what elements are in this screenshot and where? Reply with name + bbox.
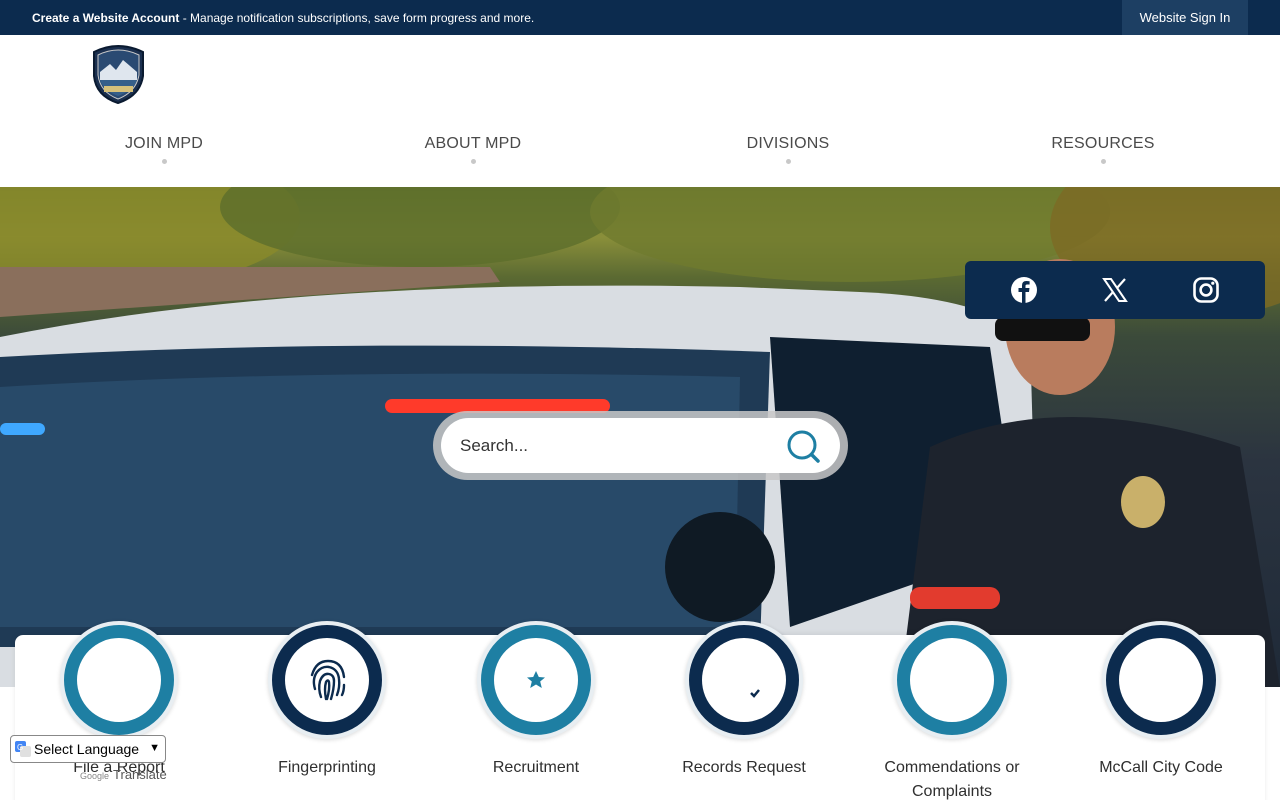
quick-link-circle	[477, 621, 595, 739]
badge-icon	[494, 638, 578, 722]
quick-links-panel: File a Report Fingerprinting Recruitment…	[15, 621, 1265, 800]
google-translate-icon: G	[15, 741, 31, 757]
mccall-police-logo[interactable]	[90, 42, 147, 105]
account-message: Create a Website Account - Manage notifi…	[32, 11, 534, 25]
search-icon[interactable]	[785, 428, 821, 464]
chevron-down-icon: ▼	[149, 742, 160, 754]
nav-about-mpd-label: ABOUT MPD	[424, 135, 522, 152]
svg-text:G: G	[17, 743, 23, 752]
nav-divisions[interactable]: DIVISIONS	[738, 135, 838, 164]
quick-link-records-request[interactable]: Records Request	[659, 621, 829, 780]
language-select-label: Select Language	[34, 741, 140, 757]
quick-link-circle	[60, 621, 178, 739]
search-box	[433, 411, 848, 480]
quick-link-fingerprinting[interactable]: Fingerprinting	[242, 621, 412, 780]
quick-link-circle	[268, 621, 386, 739]
nav-resources-label: RESOURCES	[1051, 135, 1155, 152]
nav-indicator-dot	[161, 159, 167, 164]
quick-link-commendations-complaints[interactable]: Commendations or Complaints	[867, 621, 1037, 800]
records-icon	[702, 638, 786, 722]
nav-indicator-dot	[785, 159, 791, 164]
powered-by-google-translate[interactable]: Google Translate	[80, 767, 167, 782]
quick-link-circle	[1102, 621, 1220, 739]
report-icon	[77, 638, 161, 722]
social-media-bar	[965, 261, 1265, 319]
create-account-link[interactable]: Create a Website Account	[32, 11, 179, 25]
nav-indicator-dot	[1100, 159, 1106, 164]
nav-resources[interactable]: RESOURCES	[1048, 135, 1158, 164]
search-input[interactable]	[441, 418, 840, 473]
x-twitter-icon[interactable]	[1100, 275, 1130, 305]
sign-in-button[interactable]: Website Sign In	[1122, 0, 1248, 35]
nav-divisions-label: DIVISIONS	[746, 135, 830, 152]
quick-link-circle	[893, 621, 1011, 739]
quick-link-label: Commendations or Complaints	[884, 759, 1020, 800]
quick-link-recruitment[interactable]: Recruitment	[451, 621, 621, 780]
quick-link-mccall-city-code[interactable]: McCall City Code	[1076, 621, 1246, 780]
language-select[interactable]: G Select Language ▼	[10, 735, 166, 763]
quick-link-circle	[685, 621, 803, 739]
utility-bar: Create a Website Account - Manage notifi…	[0, 0, 1280, 35]
quick-link-label: Fingerprinting	[278, 759, 376, 776]
fingerprint-icon	[285, 638, 369, 722]
instagram-icon[interactable]	[1191, 275, 1221, 305]
nav-join-mpd-label: JOIN MPD	[124, 135, 204, 152]
nav-about-mpd[interactable]: ABOUT MPD	[418, 135, 528, 164]
google-logo: Google	[80, 771, 110, 781]
translate-label: Translate	[113, 767, 167, 782]
account-message-text: - Manage notification subscriptions, sav…	[179, 11, 535, 25]
quick-link-label: Recruitment	[492, 759, 580, 776]
quick-link-label: Records Request	[682, 759, 806, 776]
main-nav: JOIN MPD ABOUT MPD DIVISIONS RESOURCES	[0, 135, 1280, 175]
facebook-icon[interactable]	[1009, 275, 1039, 305]
comment-check-icon	[910, 638, 994, 722]
nav-join-mpd[interactable]: JOIN MPD	[114, 135, 214, 164]
nav-indicator-dot	[470, 159, 476, 164]
quick-link-label: McCall City Code	[1099, 759, 1223, 776]
city-code-icon	[1119, 638, 1203, 722]
